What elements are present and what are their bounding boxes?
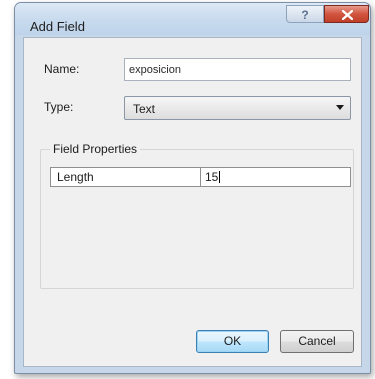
close-icon: [342, 10, 353, 20]
close-button[interactable]: [324, 5, 369, 23]
type-select[interactable]: Text: [124, 96, 351, 120]
dialog-body: Name: exposicion Type: Text Field Proper…: [23, 37, 362, 367]
type-select-value: Text: [133, 102, 156, 116]
property-value-cell[interactable]: 15: [201, 168, 350, 186]
name-label: Name:: [44, 62, 80, 76]
field-properties-title: Field Properties: [50, 142, 141, 156]
chevron-down-icon: [336, 105, 344, 110]
name-input[interactable]: exposicion: [124, 58, 351, 81]
cancel-button[interactable]: Cancel: [280, 330, 354, 353]
help-button[interactable]: ?: [286, 5, 324, 23]
field-properties-table: Length 15: [50, 167, 351, 187]
title-bar[interactable]: Add Field ?: [15, 3, 370, 35]
add-field-dialog: Add Field ? Name: exposicion Type: Text …: [14, 2, 371, 374]
property-value-text: 15: [205, 170, 219, 184]
type-label: Type:: [44, 100, 74, 114]
dialog-title: Add Field: [30, 19, 85, 34]
property-name-cell[interactable]: Length: [51, 168, 201, 186]
ok-button[interactable]: OK: [196, 330, 269, 353]
text-cursor: [219, 171, 221, 183]
